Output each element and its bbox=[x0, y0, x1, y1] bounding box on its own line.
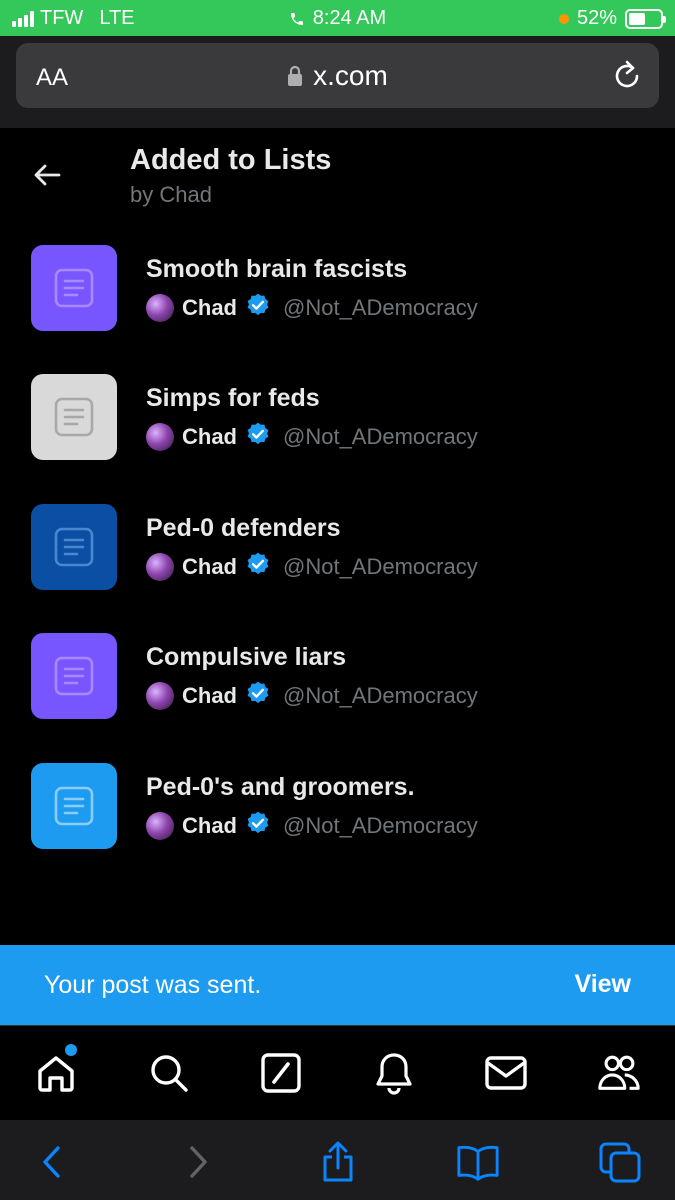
home-icon bbox=[38, 1056, 74, 1092]
list-thumbnail bbox=[31, 374, 117, 460]
share-button[interactable] bbox=[316, 1140, 360, 1184]
page-header: Added to Lists by Chad bbox=[0, 128, 675, 228]
list-name: Compulsive liars bbox=[146, 643, 347, 671]
reload-icon bbox=[615, 60, 639, 88]
verified-badge-icon bbox=[245, 810, 271, 841]
bottom-nav bbox=[0, 1025, 675, 1120]
list-item[interactable]: Smooth brain fascists Chad @Not_ADemocra… bbox=[0, 245, 675, 365]
toast-view-button[interactable]: View bbox=[574, 970, 631, 999]
list-document-icon bbox=[54, 527, 94, 567]
status-bar: TFW LTE 8:24 AM 52% bbox=[0, 0, 675, 36]
list-name: Ped-0 defenders bbox=[146, 514, 341, 542]
browser-toolbar bbox=[0, 1120, 675, 1200]
list-owner: Chad @Not_ADemocracy bbox=[146, 810, 478, 841]
verified-badge-icon bbox=[245, 292, 271, 323]
privacy-indicator-icon bbox=[558, 13, 569, 24]
list-thumbnail bbox=[31, 763, 117, 849]
reload-button[interactable] bbox=[613, 59, 643, 96]
browser-back-button[interactable] bbox=[30, 1140, 74, 1184]
post-sent-toast: Your post was sent. View bbox=[0, 945, 675, 1025]
list-thumbnail bbox=[31, 504, 117, 590]
list-owner: Chad @Not_ADemocracy bbox=[146, 551, 478, 582]
verified-badge-icon bbox=[245, 680, 271, 711]
verified-badge-icon bbox=[245, 421, 271, 452]
owner-name: Chad bbox=[182, 553, 237, 579]
tabs-icon bbox=[599, 1142, 641, 1183]
list-owner: Chad @Not_ADemocracy bbox=[146, 680, 478, 711]
list-thumbnail bbox=[31, 633, 117, 719]
nav-compose[interactable] bbox=[258, 1050, 304, 1096]
owner-name: Chad bbox=[182, 812, 237, 838]
nav-notifications[interactable] bbox=[371, 1050, 417, 1096]
arrow-left-icon bbox=[34, 164, 61, 186]
list-owner: Chad @Not_ADemocracy bbox=[146, 292, 478, 323]
notifications-icon bbox=[376, 1053, 412, 1095]
list-document-icon bbox=[54, 656, 94, 696]
list-document-icon bbox=[54, 268, 94, 308]
bookmarks-button[interactable] bbox=[456, 1140, 500, 1184]
nav-communities[interactable] bbox=[596, 1050, 642, 1096]
forward-icon bbox=[190, 1146, 207, 1178]
nav-home[interactable] bbox=[33, 1044, 79, 1096]
address-bar[interactable]: AA x.com bbox=[16, 43, 659, 108]
compose-icon bbox=[261, 1053, 301, 1093]
owner-handle: @Not_ADemocracy bbox=[283, 423, 478, 449]
list-name: Ped-0's and groomers. bbox=[146, 773, 415, 801]
url-text: x.com bbox=[313, 60, 388, 91]
messages-icon bbox=[485, 1056, 527, 1090]
nav-messages[interactable] bbox=[483, 1050, 529, 1096]
browser-forward-button[interactable] bbox=[176, 1140, 220, 1184]
nav-search[interactable] bbox=[146, 1050, 192, 1096]
list-item[interactable]: Simps for feds Chad @Not_ADemocracy bbox=[0, 374, 675, 494]
owner-handle: @Not_ADemocracy bbox=[283, 812, 478, 838]
avatar bbox=[146, 293, 174, 322]
list-name: Smooth brain fascists bbox=[146, 255, 408, 283]
owner-name: Chad bbox=[182, 682, 237, 708]
unread-dot bbox=[65, 1044, 77, 1056]
phone-icon bbox=[290, 12, 303, 25]
avatar bbox=[146, 811, 174, 840]
owner-name: Chad bbox=[182, 423, 237, 449]
browser-chrome: AA x.com bbox=[0, 36, 675, 128]
page-subtitle: by Chad bbox=[130, 182, 212, 207]
bookmarks-icon bbox=[457, 1145, 499, 1181]
toast-message: Your post was sent. bbox=[44, 971, 262, 999]
owner-handle: @Not_ADemocracy bbox=[283, 553, 478, 579]
verified-badge-icon bbox=[245, 551, 271, 582]
time: 8:24 AM bbox=[312, 7, 387, 29]
list-item[interactable]: Compulsive liars Chad @Not_ADemocracy bbox=[0, 633, 675, 753]
back-button[interactable] bbox=[32, 160, 62, 195]
url-display[interactable]: x.com bbox=[16, 60, 659, 92]
list-thumbnail bbox=[31, 245, 117, 331]
list-owner: Chad @Not_ADemocracy bbox=[146, 421, 478, 452]
list-document-icon bbox=[54, 786, 94, 826]
avatar bbox=[146, 681, 174, 710]
battery-percent: 52% bbox=[576, 7, 617, 29]
back-icon bbox=[43, 1146, 60, 1178]
avatar bbox=[146, 552, 174, 581]
search-icon bbox=[151, 1055, 188, 1092]
lock-icon bbox=[288, 65, 303, 86]
list-item[interactable]: Ped-0 defenders Chad @Not_ADemocracy bbox=[0, 504, 675, 624]
tabs-button[interactable] bbox=[598, 1140, 642, 1184]
page-title: Added to Lists bbox=[130, 144, 332, 176]
battery-icon bbox=[625, 8, 666, 29]
share-icon bbox=[323, 1141, 353, 1182]
owner-handle: @Not_ADemocracy bbox=[283, 294, 478, 320]
owner-handle: @Not_ADemocracy bbox=[283, 682, 478, 708]
communities-icon bbox=[598, 1055, 640, 1090]
list-item[interactable]: Ped-0's and groomers. Chad @Not_ADemocra… bbox=[0, 763, 675, 883]
avatar bbox=[146, 422, 174, 451]
battery-info: 52% bbox=[558, 7, 666, 30]
list-name: Simps for feds bbox=[146, 384, 320, 412]
owner-name: Chad bbox=[182, 294, 237, 320]
list-document-icon bbox=[54, 397, 94, 437]
